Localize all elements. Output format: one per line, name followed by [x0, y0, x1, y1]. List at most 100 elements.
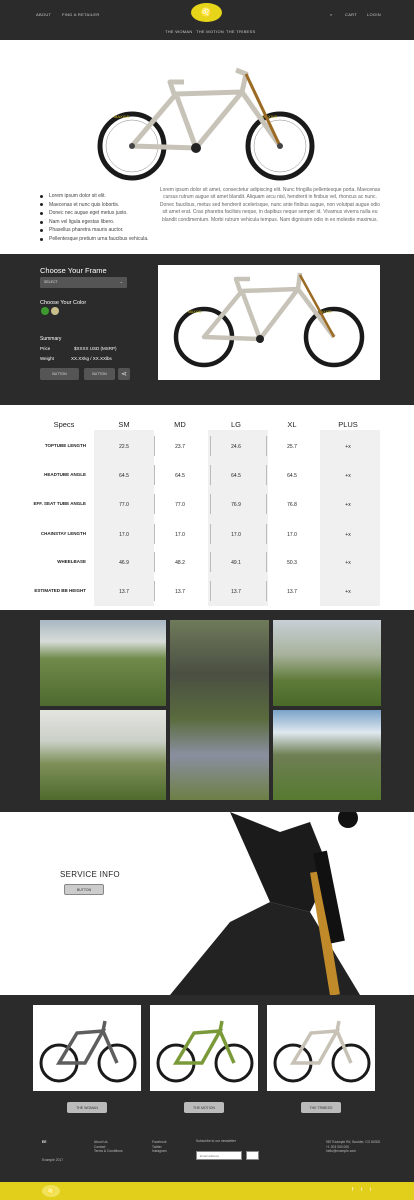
frame-select[interactable]: SELECT ⌄	[40, 277, 127, 288]
size-header-lg: LG	[230, 420, 241, 429]
column-divider	[266, 581, 267, 601]
spec-row-label: ESTIMATED BB HEIGHT	[34, 588, 86, 593]
footer: EE Example 2017 About Us Contact Terms &…	[0, 1130, 414, 1182]
facebook-icon[interactable]: f	[352, 1187, 353, 1193]
size-header-plus: PLUS	[338, 420, 358, 429]
spec-cell: 64.5	[231, 473, 241, 479]
spec-cell: +x	[345, 444, 351, 450]
model-card-motion[interactable]	[150, 1005, 258, 1091]
model-card-woman[interactable]	[33, 1005, 141, 1091]
model-button-tribess[interactable]: THE TRIBESS	[301, 1102, 341, 1113]
color-title: Choose Your Color	[40, 300, 87, 306]
spec-cell: 13.7	[231, 589, 241, 595]
spec-cell: 76.9	[231, 502, 241, 508]
spec-cell: 17.0	[119, 532, 129, 538]
twitter-icon[interactable]: t	[361, 1187, 362, 1193]
gallery-photo-5[interactable]	[273, 710, 381, 800]
size-header-sm: SM	[118, 420, 130, 429]
brand-logo[interactable]: ♌	[191, 3, 222, 22]
footer-logo: EE	[42, 1140, 47, 1144]
nav-cart[interactable]: CART	[345, 12, 357, 17]
column-bg	[94, 430, 154, 606]
lion-icon[interactable]: ♌	[42, 1185, 60, 1197]
list-item: Donec nec augue eget metus justo.	[40, 209, 149, 218]
footer-col-1: About Us Contact Terms & Conditions	[94, 1140, 123, 1154]
nav-about[interactable]: ABOUT	[36, 12, 51, 17]
spec-cell: 77.0	[175, 502, 185, 508]
service-button[interactable]: BUTTON	[64, 884, 104, 895]
email-input[interactable]	[196, 1151, 242, 1160]
spec-cell: 24.6	[231, 444, 241, 450]
spec-row-label: CHAINSTAY LENGTH	[40, 531, 86, 536]
feature-list: Lorem ipsum dolor sit elit. Maecenas et …	[40, 192, 149, 244]
color-swatch-green[interactable]	[41, 307, 49, 315]
size-header-xl: XL	[287, 420, 297, 429]
spec-row-label: TOPTUBE LENGTH	[44, 443, 86, 448]
subnav-tribess[interactable]: THE TRIBESS	[226, 29, 255, 34]
configurator-bike-image: MAXXIS MAXXIS	[158, 265, 380, 380]
copyright: Example 2017	[42, 1158, 64, 1162]
service-title: SERVICE INFO	[60, 870, 120, 879]
site-header: ABOUT FIND A RETAILER ♌ ⌕ CART LOGIN THE…	[0, 0, 414, 40]
spec-cell: 77.0	[119, 502, 129, 508]
gallery-photo-4[interactable]	[40, 710, 166, 800]
spec-cell: +x	[345, 560, 351, 566]
spec-cell: 49.1	[231, 560, 241, 566]
spec-cell: 22.5	[119, 444, 129, 450]
spec-cell: 13.7	[175, 589, 185, 595]
column-divider	[210, 494, 211, 514]
specs-header: Specs	[53, 420, 75, 429]
config-button-2[interactable]: BUTTON	[84, 368, 115, 380]
address-line: 987 Example Rd, Boulder, CO 80302	[326, 1140, 381, 1144]
bullet-icon	[40, 203, 43, 207]
spec-cell: 50.3	[287, 560, 297, 566]
gallery-photo-2[interactable]	[170, 620, 269, 800]
instagram-icon[interactable]: i	[370, 1187, 371, 1193]
price-label: Price	[40, 346, 51, 351]
model-button-woman[interactable]: THE WOMAN	[67, 1102, 107, 1113]
spec-cell: 48.2	[175, 560, 185, 566]
footer-link-instagram[interactable]: Instagram	[152, 1149, 167, 1154]
nav-find-retailer[interactable]: FIND A RETAILER	[62, 12, 100, 17]
list-item: Pellentesque pretium urna faucibus vehic…	[40, 235, 149, 244]
svg-text:MAXXIS: MAXXIS	[188, 310, 202, 314]
hero-bike-image: MAXXIS MAXXIS	[97, 67, 315, 181]
bullet-icon	[40, 211, 43, 215]
list-item: Nam vel ligula egestas libero.	[40, 218, 149, 227]
column-divider	[154, 465, 155, 485]
subnav-motion[interactable]: THE MOTION	[196, 29, 224, 34]
size-header-md: MD	[174, 420, 186, 429]
subscribe-button[interactable]	[246, 1151, 259, 1160]
column-divider	[210, 436, 211, 456]
column-divider	[154, 552, 155, 572]
gallery-photo-1[interactable]	[40, 620, 166, 706]
search-icon[interactable]: ⌕	[330, 12, 333, 17]
subnav-woman[interactable]: THE WOMAN	[165, 29, 193, 34]
column-divider	[266, 552, 267, 572]
footer-link-terms[interactable]: Terms & Conditions	[94, 1149, 123, 1154]
spec-cell: 13.7	[287, 589, 297, 595]
spec-cell: 17.0	[175, 532, 185, 538]
footer-address: 987 Example Rd, Boulder, CO 80302 +1 303…	[326, 1140, 380, 1154]
bullet-icon	[40, 229, 43, 233]
spec-cell: 17.0	[287, 532, 297, 538]
footer-link-facebook[interactable]: Facebook	[152, 1140, 167, 1145]
spec-cell: 46.9	[119, 560, 129, 566]
color-swatch-tan[interactable]	[51, 307, 59, 315]
column-divider	[266, 524, 267, 544]
column-divider	[210, 524, 211, 544]
list-item: Maecenas et nunc quis lobortis.	[40, 201, 149, 210]
model-button-motion[interactable]: THE MOTION	[184, 1102, 224, 1113]
bullet-icon	[40, 237, 43, 241]
list-item: Lorem ipsum dolor sit elit.	[40, 192, 149, 201]
email-line: hello@example.com	[326, 1149, 356, 1153]
column-divider	[266, 465, 267, 485]
gallery-photo-3[interactable]	[273, 620, 381, 706]
column-divider	[154, 524, 155, 544]
spec-cell: 25.7	[287, 444, 297, 450]
nav-login[interactable]: LOGIN	[367, 12, 381, 17]
model-card-tribess[interactable]	[267, 1005, 375, 1091]
share-icon[interactable]: ⋖	[118, 368, 130, 380]
column-divider	[266, 436, 267, 456]
config-button-1[interactable]: BUTTON	[40, 368, 79, 380]
